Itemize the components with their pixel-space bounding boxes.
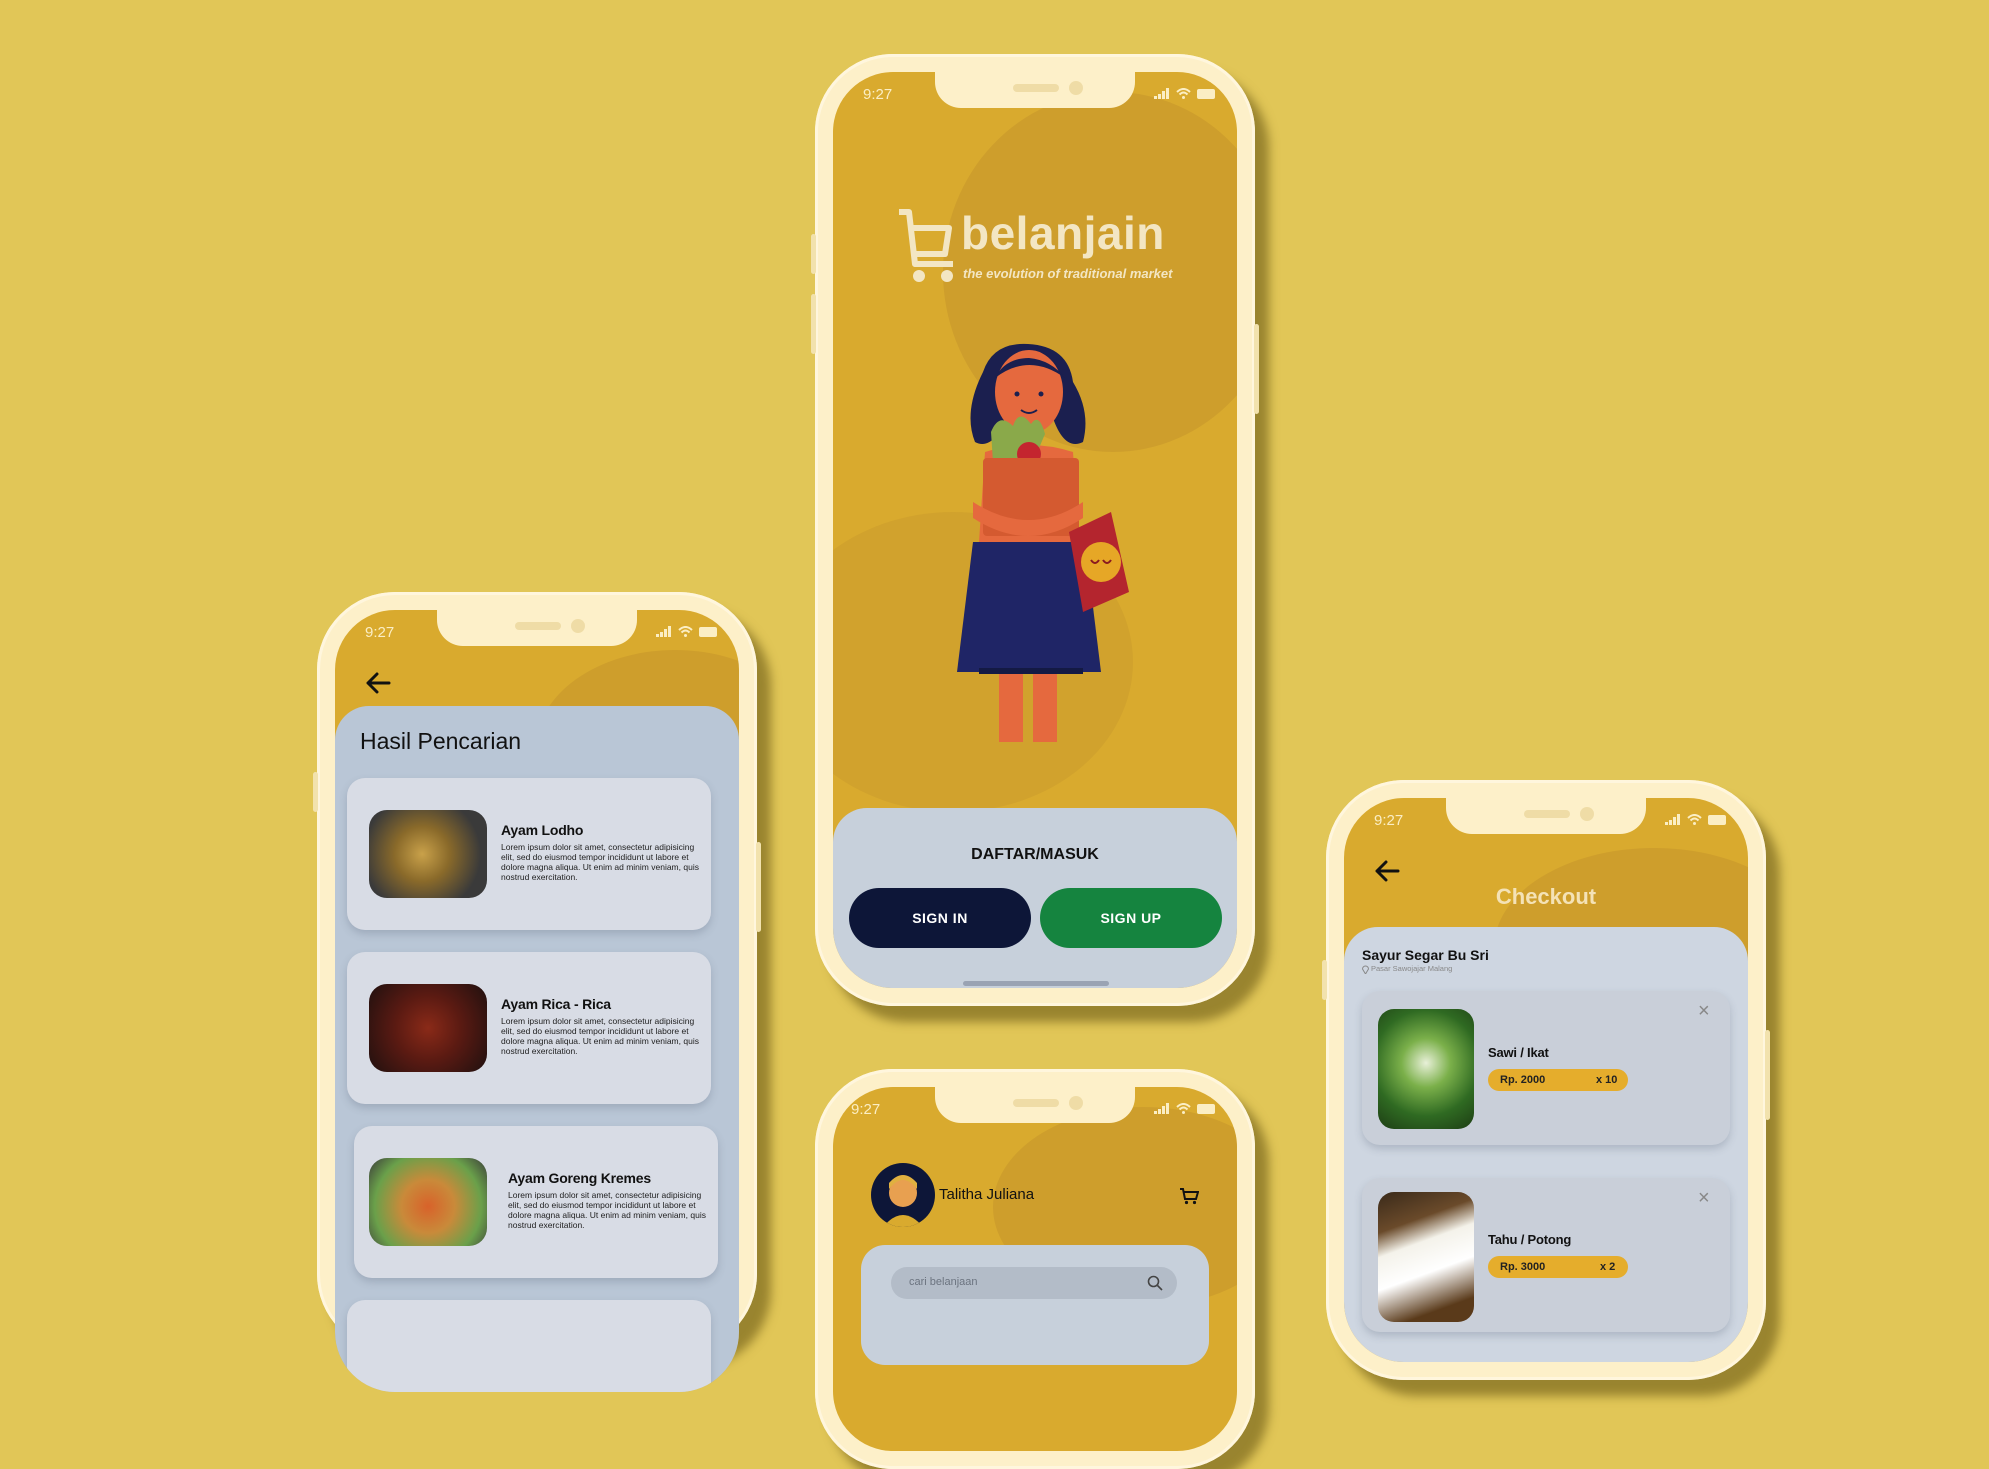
result-card[interactable]: Ayam Rica - Rica Lorem ipsum dolor sit a… — [347, 952, 711, 1104]
sign-up-button[interactable]: SIGN UP — [1040, 888, 1222, 948]
result-title: Ayam Goreng Kremes — [508, 1170, 651, 1186]
wifi-icon — [1176, 1103, 1191, 1114]
status-time: 9:27 — [863, 86, 893, 103]
auth-panel: DAFTAR/MASUK SIGN IN SIGN UP — [833, 808, 1237, 988]
girl-illustration — [957, 343, 1129, 742]
results-panel: Hasil Pencarian Ayam Lodho Lorem ipsum d… — [335, 706, 739, 1392]
food-image-ayam-rica — [369, 984, 487, 1072]
store-name: Sayur Segar Bu Sri — [1362, 947, 1489, 963]
result-desc: Lorem ipsum dolor sit amet, consectetur … — [508, 1190, 706, 1230]
search-placeholder: cari belanjaan — [909, 1276, 978, 1288]
home-indicator — [963, 981, 1109, 986]
signal-icon — [1154, 1103, 1169, 1114]
logo-name: belanjain — [961, 207, 1165, 259]
wifi-icon — [1176, 88, 1191, 99]
battery-icon — [699, 626, 717, 637]
checkout-panel: Sayur Segar Bu Sri Pasar Sawojajar Malan… — [1344, 927, 1748, 1362]
battery-icon — [1197, 88, 1215, 99]
page-title: Hasil Pencarian — [360, 728, 522, 754]
result-card[interactable]: Ayam Goreng Kremes Lorem ipsum dolor sit… — [354, 1126, 718, 1278]
checkout-screen: 9:27 Checkout Sayur Segar Bu Sri Pasar S… — [1344, 798, 1748, 1362]
food-image-ayam-goreng — [369, 1158, 487, 1246]
status-icons — [656, 626, 719, 637]
wifi-icon — [678, 626, 693, 637]
phone-splash: 9:27 belanjain the evolution of traditio… — [811, 54, 1259, 1006]
close-icon[interactable]: × — [1698, 1001, 1710, 1021]
back-arrow-icon[interactable] — [365, 672, 391, 694]
product-price: Rp. 2000 — [1500, 1074, 1546, 1086]
food-image-ayam-lodho — [369, 810, 487, 898]
product-name: Tahu / Potong — [1488, 1232, 1572, 1247]
product-qty: x 10 — [1596, 1074, 1618, 1086]
battery-icon — [1197, 1103, 1215, 1114]
price-pill: Rp. 2000 x 10 — [1488, 1069, 1628, 1091]
status-time: 9:27 — [365, 624, 395, 641]
search-input[interactable]: cari belanjaan — [891, 1267, 1177, 1299]
price-pill: Rp. 3000 x 2 — [1488, 1256, 1628, 1278]
user-name: Talitha Juliana — [939, 1186, 1035, 1203]
result-desc: Lorem ipsum dolor sit amet, consectetur … — [501, 842, 699, 882]
location-pin-icon — [1362, 965, 1369, 974]
search-panel: cari belanjaan — [861, 1245, 1209, 1365]
status-icons — [1665, 814, 1728, 825]
result-title: Ayam Rica - Rica — [501, 996, 611, 1012]
cart-icon[interactable] — [1179, 1187, 1199, 1205]
status-time: 9:27 — [851, 1101, 881, 1118]
product-qty: x 2 — [1600, 1261, 1616, 1273]
wifi-icon — [1687, 814, 1702, 825]
search-icon[interactable] — [1147, 1275, 1163, 1291]
status-time: 9:27 — [1374, 812, 1404, 829]
phone-search-results: 9:27 Hasil Pencarian Ayam Lodho Lorem ip… — [313, 592, 761, 1392]
shopping-cart-logo-icon — [899, 209, 953, 282]
battery-icon — [1708, 814, 1726, 825]
store-location: Pasar Sawojajar Malang — [1371, 964, 1453, 973]
page-title: Checkout — [1495, 884, 1597, 909]
avatar[interactable] — [871, 1163, 935, 1227]
home-screen: 9:27 Talitha Juliana cari belanjaan — [833, 1087, 1237, 1451]
product-name: Sawi / Ikat — [1488, 1045, 1549, 1060]
product-image-sawi — [1378, 1009, 1474, 1129]
sign-in-button[interactable]: SIGN IN — [849, 888, 1031, 948]
cart-item: Sawi / Ikat Rp. 2000 x 10 × — [1362, 991, 1730, 1145]
splash-screen: 9:27 belanjain the evolution of traditio… — [833, 72, 1237, 988]
logo-tagline: the evolution of traditional market — [963, 266, 1173, 281]
status-icons — [1154, 1103, 1217, 1114]
back-arrow-icon[interactable] — [1374, 860, 1400, 882]
result-card[interactable]: Ayam Lodho Lorem ipsum dolor sit amet, c… — [347, 778, 711, 930]
signal-icon — [1154, 88, 1169, 99]
result-desc: Lorem ipsum dolor sit amet, consectetur … — [501, 1016, 699, 1056]
search-results-screen: 9:27 Hasil Pencarian Ayam Lodho Lorem ip… — [335, 610, 739, 1392]
product-price: Rp. 3000 — [1500, 1261, 1546, 1273]
cart-item: Tahu / Potong Rp. 3000 x 2 × — [1362, 1178, 1730, 1332]
result-card[interactable] — [347, 1300, 711, 1392]
status-icons — [1154, 88, 1217, 99]
result-title: Ayam Lodho — [501, 822, 584, 838]
close-icon[interactable]: × — [1698, 1188, 1710, 1208]
signal-icon — [656, 626, 671, 637]
auth-prompt: DAFTAR/MASUK — [971, 846, 1099, 863]
phone-home: 9:27 Talitha Juliana cari belanjaan — [815, 1069, 1255, 1469]
phone-checkout: 9:27 Checkout Sayur Segar Bu Sri Pasar S… — [1322, 780, 1770, 1380]
signal-icon — [1665, 814, 1680, 825]
